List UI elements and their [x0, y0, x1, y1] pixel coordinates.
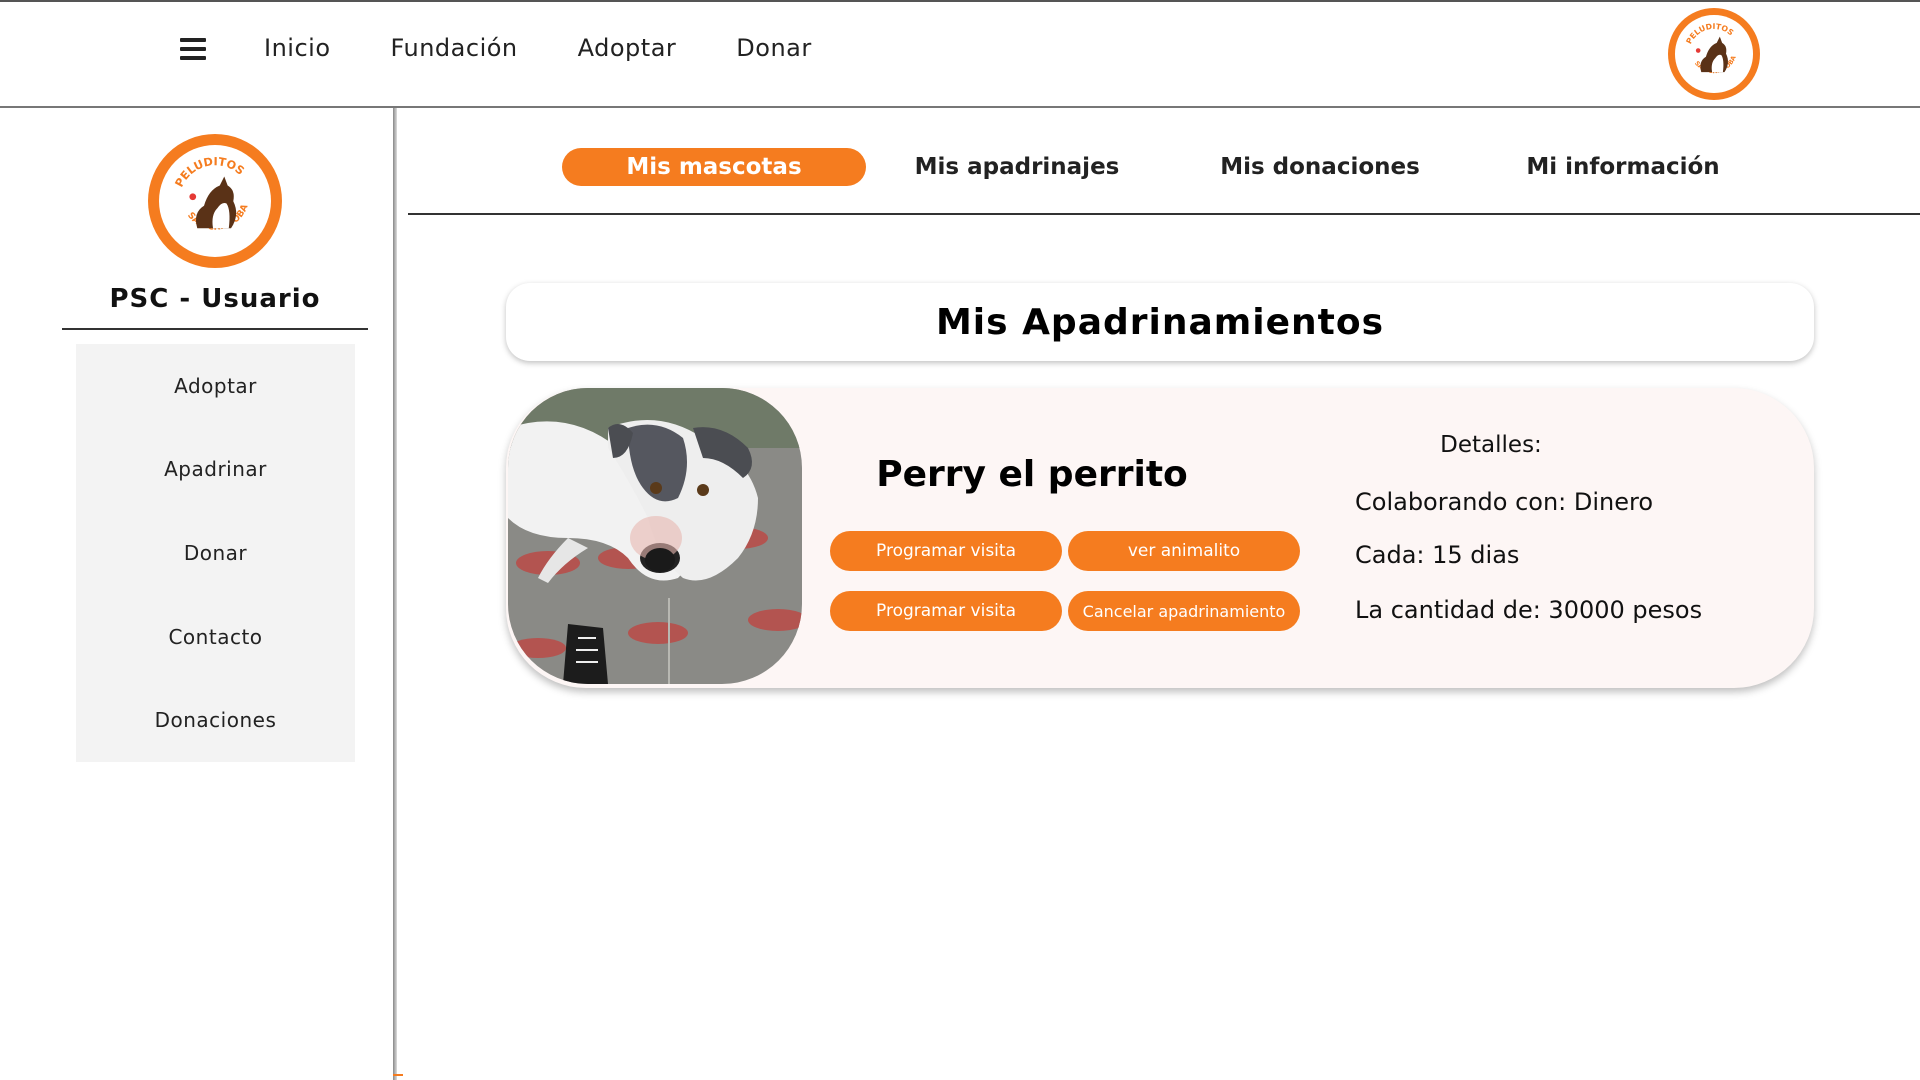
pet-name: Perry el perrito	[876, 454, 1188, 495]
detail-frequency: Cada: 15 dias	[1355, 541, 1520, 569]
tab-mi-informacion[interactable]: Mi información	[1471, 148, 1775, 186]
sidebar-item-donar[interactable]: Donar	[76, 511, 355, 595]
dog-cat-logo-icon: PELUDITOS SAN CRISTOBAL	[1675, 15, 1738, 75]
top-navbar: Inicio Fundación Adoptar Donar	[0, 0, 1920, 108]
page-title: Mis Apadrinamientos	[935, 301, 1385, 343]
tab-mis-donaciones[interactable]: Mis donaciones	[1168, 148, 1472, 186]
schedule-visit-button[interactable]: Programar visita	[830, 531, 1062, 571]
divider	[408, 213, 1920, 215]
profile-tabs: Mis mascotas Mis apadrinajes Mis donacio…	[562, 148, 1862, 186]
nav-link-adoptar[interactable]: Adoptar	[578, 34, 677, 62]
tab-mis-mascotas[interactable]: Mis mascotas	[562, 148, 866, 186]
detail-amount: La cantidad de: 30000 pesos	[1355, 596, 1703, 624]
schedule-visit-button-2[interactable]: Programar visita	[830, 591, 1062, 631]
user-title: PSC - Usuario	[109, 284, 321, 314]
sidebar-item-apadrinar[interactable]: Apadrinar	[76, 428, 355, 512]
top-nav-links: Inicio Fundación Adoptar Donar	[264, 34, 872, 62]
sponsorship-card: Perry el perrito Programar visita ver an…	[506, 388, 1814, 688]
sidebar-item-adoptar[interactable]: Adoptar	[76, 344, 355, 428]
pet-photo[interactable]	[508, 388, 802, 684]
sidebar-item-donaciones[interactable]: Donaciones	[76, 678, 355, 762]
nav-link-fundacion[interactable]: Fundación	[391, 34, 518, 62]
sidebar-menu: Adoptar Apadrinar Donar Contacto Donacio…	[76, 344, 355, 762]
detail-collaborating: Colaborando con: Dinero	[1355, 488, 1654, 516]
view-animal-button[interactable]: ver animalito	[1068, 531, 1300, 571]
hamburger-menu-icon[interactable]	[180, 38, 206, 60]
svg-text:PELUDITOS: PELUDITOS	[1685, 22, 1736, 46]
tab-mis-apadrinajes[interactable]: Mis apadrinajes	[865, 148, 1169, 186]
dog-cat-logo-icon: PELUDITOS SAN CRISTOBAL	[159, 145, 250, 233]
section-header-card: Mis Apadrinamientos	[506, 283, 1814, 361]
sidebar-item-contacto[interactable]: Contacto	[76, 595, 355, 679]
sidebar-divider	[393, 108, 403, 1080]
details-title: Detalles:	[1440, 432, 1542, 458]
svg-text:PELUDITOS: PELUDITOS	[172, 155, 246, 189]
divider	[62, 328, 368, 330]
peluditos-logo-sidebar: PELUDITOS SAN CRISTOBAL	[148, 134, 282, 268]
nav-link-donar[interactable]: Donar	[736, 34, 811, 62]
cancel-sponsorship-button[interactable]: Cancelar apadrinamiento	[1068, 591, 1300, 631]
peluditos-logo-top[interactable]: PELUDITOS SAN CRISTOBAL	[1668, 8, 1760, 100]
dog-photo-image	[508, 388, 802, 684]
nav-link-inicio[interactable]: Inicio	[264, 34, 331, 62]
